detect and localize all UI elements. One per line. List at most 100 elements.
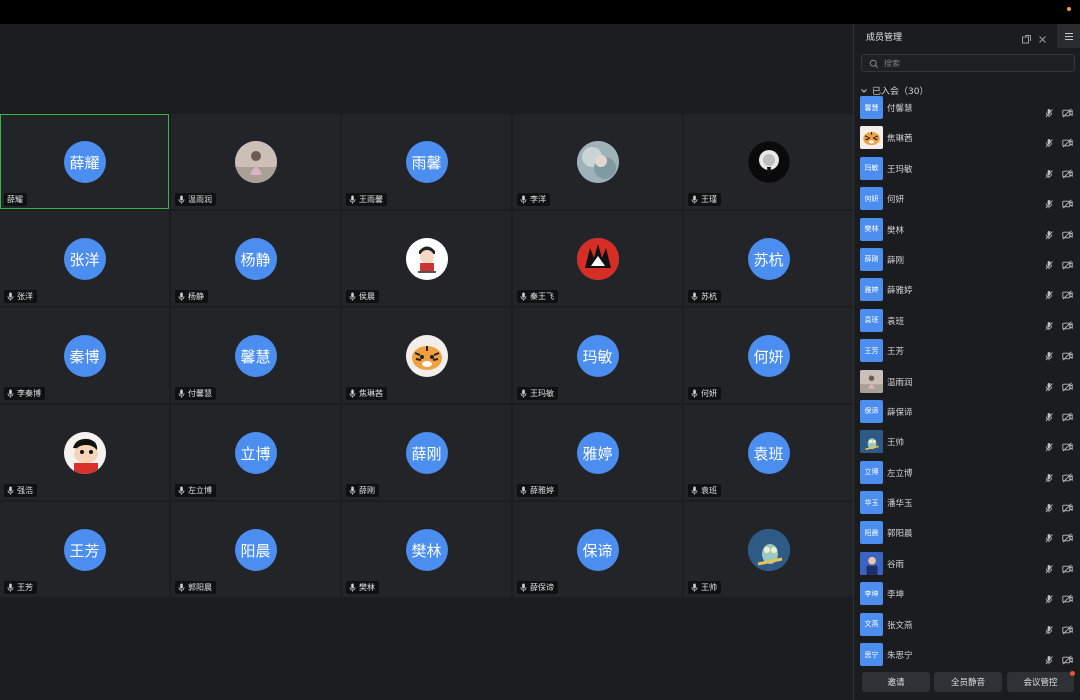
camera-off-icon[interactable] [1062,225,1073,244]
video-tile[interactable]: 张洋 张洋 [0,211,169,306]
camera-off-icon[interactable] [1062,468,1073,487]
mic-off-icon[interactable] [1044,559,1054,578]
member-row[interactable]: 雅婷 薛雅婷 [854,274,1080,304]
camera-off-icon[interactable] [1062,437,1073,456]
menu-icon[interactable] [1057,24,1080,48]
video-tile[interactable]: 李洋 [513,114,682,209]
video-tile[interactable]: 袁班 袁班 [684,405,853,500]
video-tile[interactable]: 强浩 [0,405,169,500]
member-row[interactable]: 袁班 袁班 [854,305,1080,335]
microphone-icon [520,292,527,301]
video-tile[interactable]: 雅婷 薛雅婷 [513,405,682,500]
member-row[interactable]: 温雨润 [854,366,1080,396]
mic-off-icon[interactable] [1044,407,1054,426]
video-tile[interactable]: 苏杭 苏杭 [684,211,853,306]
camera-off-icon[interactable] [1062,103,1073,122]
mic-off-icon[interactable] [1044,498,1054,517]
video-tile[interactable]: 王瑾 [684,114,853,209]
camera-off-icon[interactable] [1062,620,1073,639]
member-row[interactable]: 保谛 薛保谛 [854,396,1080,426]
video-tile[interactable]: 玛敏 王玛敏 [513,308,682,403]
mic-off-icon[interactable] [1044,225,1054,244]
video-tile[interactable]: 秦博 李秦博 [0,308,169,403]
video-tile[interactable]: 侯晨 [342,211,511,306]
video-tile[interactable]: 王帅 [684,502,853,597]
camera-off-icon[interactable] [1062,589,1073,608]
member-row[interactable]: 李坤 李坤 [854,578,1080,608]
camera-off-icon[interactable] [1062,316,1073,335]
member-row[interactable]: 华玉 潘华玉 [854,487,1080,517]
search-input[interactable] [884,57,1064,70]
member-row[interactable]: 立博 左立博 [854,457,1080,487]
mic-off-icon[interactable] [1044,316,1054,335]
member-row[interactable]: 玛敏 王玛敏 [854,153,1080,183]
member-name: 郭阳晨 [887,529,913,540]
camera-off-icon[interactable] [1062,559,1073,578]
mic-off-icon[interactable] [1044,377,1054,396]
mic-off-icon[interactable] [1044,103,1054,122]
participant-name: 何妍 [701,389,717,398]
mic-off-icon[interactable] [1044,194,1054,213]
notification-dot [1067,7,1071,11]
camera-off-icon[interactable] [1062,407,1073,426]
member-list[interactable]: 馨慧 付馨慧 焦琳茜 玛敏 王玛敏 何妍 何妍 樊林 樊林 薛刚 薛刚 雅婷 薛雅婷 袁班 袁班 王芳 王芳 温雨… [854,96,1080,666]
mic-off-icon[interactable] [1044,650,1054,666]
mic-off-icon[interactable] [1044,528,1054,547]
popout-icon[interactable] [1021,30,1032,44]
participant-name: 侯晨 [359,292,375,301]
member-row[interactable]: 文燕 张文燕 [854,609,1080,639]
mic-off-icon[interactable] [1044,589,1054,608]
camera-off-icon[interactable] [1062,194,1073,213]
camera-off-icon[interactable] [1062,498,1073,517]
meeting-control-button[interactable]: 会议管控 [1007,671,1075,692]
video-tile[interactable]: 温雨润 [171,114,340,209]
participant-name-tag: 薛保谛 [517,581,558,594]
avatar: 秦博 [63,335,106,377]
video-tile[interactable]: 雨馨 王雨馨 [342,114,511,209]
mic-off-icon[interactable] [1044,346,1054,365]
mic-off-icon[interactable] [1044,133,1054,152]
mic-off-icon[interactable] [1044,437,1054,456]
camera-off-icon[interactable] [1062,528,1073,547]
video-tile[interactable]: 阳晨 郭阳晨 [171,502,340,597]
video-tile[interactable]: 焦琳茜 [342,308,511,403]
member-avatar: 立博 [860,460,883,484]
member-row[interactable]: 阳晨 郭阳晨 [854,517,1080,547]
video-tile[interactable]: 保谛 薛保谛 [513,502,682,597]
mute-all-button[interactable]: 全员静音 [934,672,1002,692]
mic-off-icon[interactable] [1044,164,1054,183]
camera-off-icon[interactable] [1062,255,1073,274]
member-row[interactable]: 焦琳茜 [854,122,1080,152]
member-row[interactable]: 王帅 [854,426,1080,456]
member-row[interactable]: 馨慧 付馨慧 [854,96,1080,122]
member-avatar: 保谛 [860,399,883,423]
member-row[interactable]: 王芳 王芳 [854,335,1080,365]
camera-off-icon[interactable] [1062,650,1073,666]
mic-off-icon[interactable] [1044,620,1054,639]
video-tile[interactable]: 薛刚 薛刚 [342,405,511,500]
camera-off-icon[interactable] [1062,133,1073,152]
video-tile[interactable]: 王芳 王芳 [0,502,169,597]
mic-off-icon[interactable] [1044,255,1054,274]
camera-off-icon[interactable] [1062,164,1073,183]
mic-off-icon[interactable] [1044,468,1054,487]
video-tile[interactable]: 樊林 樊林 [342,502,511,597]
invite-button[interactable]: 邀请 [862,672,930,692]
video-tile[interactable]: 馨慧 付馨慧 [171,308,340,403]
member-row[interactable]: 薛刚 薛刚 [854,244,1080,274]
camera-off-icon[interactable] [1062,285,1073,304]
member-row[interactable]: 谷雨 [854,548,1080,578]
mic-off-icon[interactable] [1044,285,1054,304]
video-tile[interactable]: 立博 左立博 [171,405,340,500]
video-tile[interactable]: 何妍 何妍 [684,308,853,403]
member-row[interactable]: 思宁 朱思宁 [854,639,1080,666]
video-tile[interactable]: 秦王飞 [513,211,682,306]
member-row[interactable]: 何妍 何妍 [854,183,1080,213]
video-tile[interactable]: 薛耀 薛耀 [0,114,169,209]
participant-name: 张洋 [17,292,33,301]
member-row[interactable]: 樊林 樊林 [854,214,1080,244]
camera-off-icon[interactable] [1062,377,1073,396]
close-icon[interactable] [1037,30,1048,43]
camera-off-icon[interactable] [1062,346,1073,365]
video-tile[interactable]: 杨静 杨静 [171,211,340,306]
